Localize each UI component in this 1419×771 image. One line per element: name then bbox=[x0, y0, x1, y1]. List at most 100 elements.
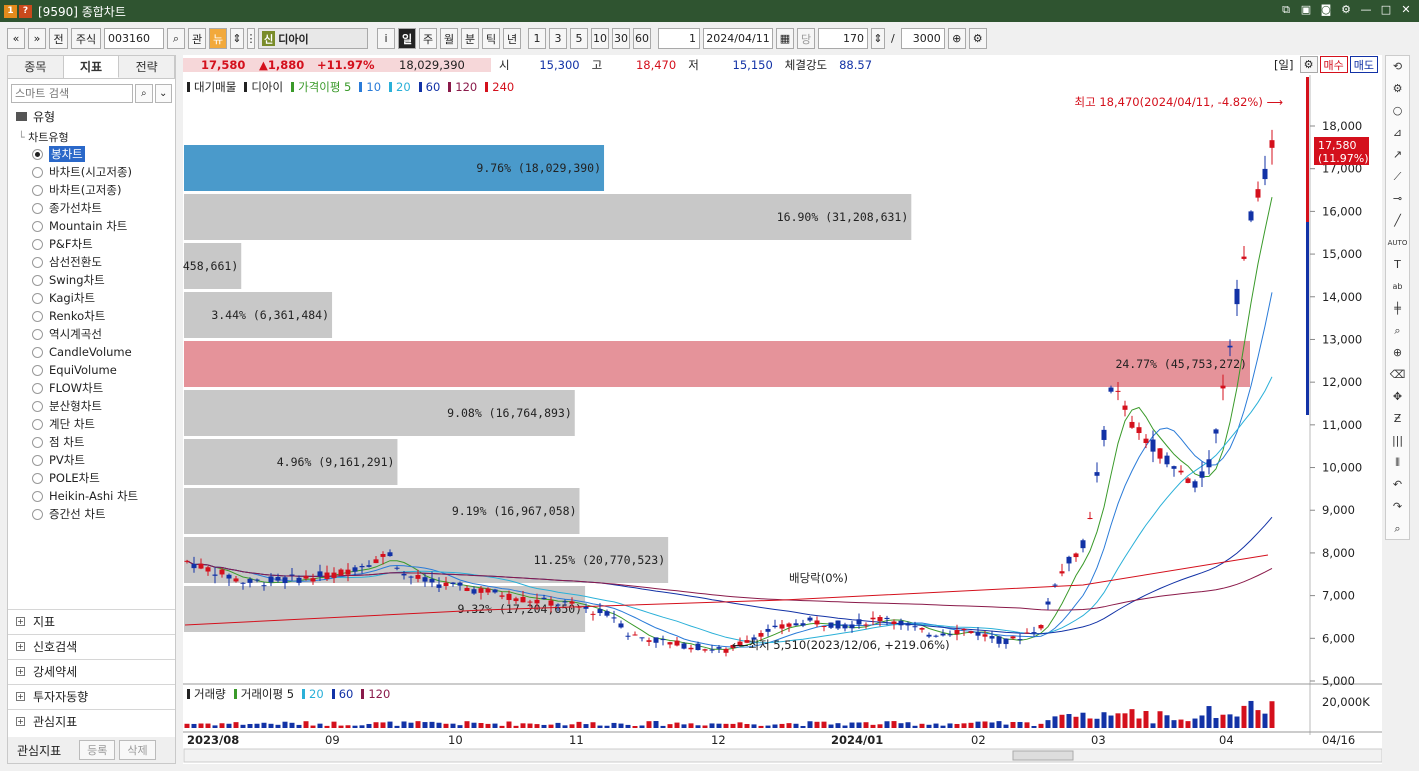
line-tool-icon[interactable]: ⟋ bbox=[1386, 166, 1409, 188]
circle-tool-icon[interactable]: ○ bbox=[1386, 100, 1409, 122]
radio-icon[interactable] bbox=[32, 328, 43, 340]
interval-10-button[interactable]: 10 bbox=[591, 28, 609, 49]
chart-type-option[interactable]: Kagi차트 bbox=[8, 289, 175, 307]
price-legend-label[interactable]: 가격이평 5 bbox=[298, 79, 351, 95]
chart-type-option[interactable]: FLOW차트 bbox=[8, 379, 175, 397]
chart-type-option[interactable]: Renko차트 bbox=[8, 307, 175, 325]
radio-icon[interactable] bbox=[32, 382, 43, 394]
radio-icon[interactable] bbox=[32, 220, 43, 232]
nav-back-button[interactable]: « bbox=[7, 28, 25, 49]
subsection-chart-type[interactable]: └ 차트유형 bbox=[18, 129, 175, 145]
period-year-button[interactable]: 년 bbox=[503, 28, 521, 49]
price-legend-label[interactable]: 20 bbox=[396, 80, 411, 94]
period-day-button[interactable]: 일 bbox=[398, 28, 416, 49]
news-button[interactable]: 뉴 bbox=[209, 28, 227, 49]
radio-icon[interactable] bbox=[32, 400, 43, 412]
chart-type-option[interactable]: EquiVolume bbox=[8, 361, 175, 379]
market-select[interactable]: 주식 bbox=[71, 28, 101, 49]
refresh-icon[interactable]: ⟲ bbox=[1386, 56, 1409, 78]
nav-down-button[interactable]: » bbox=[28, 28, 46, 49]
camera-icon[interactable]: ◙ bbox=[1319, 3, 1333, 17]
magnify-tool-icon[interactable]: ⌕ bbox=[1386, 320, 1409, 342]
radio-icon[interactable] bbox=[32, 508, 43, 520]
zigzag-tool-icon[interactable]: Ƶ bbox=[1386, 408, 1409, 430]
group-investor-trend[interactable]: + 투자자동향 bbox=[8, 684, 175, 708]
interval-60-button[interactable]: 60 bbox=[633, 28, 651, 49]
zoom-plus-icon[interactable]: ⊕ bbox=[947, 28, 966, 49]
watch-button[interactable]: 관 bbox=[188, 28, 206, 49]
interval-30-button[interactable]: 30 bbox=[612, 28, 630, 49]
max-count-input[interactable]: 3000 bbox=[900, 28, 945, 49]
text-tool-icon[interactable]: T bbox=[1386, 254, 1409, 276]
volume-legend-label[interactable]: 60 bbox=[339, 687, 354, 701]
radio-icon[interactable] bbox=[32, 364, 43, 376]
chart-type-option[interactable]: CandleVolume bbox=[8, 343, 175, 361]
price-legend-label[interactable]: 10 bbox=[366, 80, 381, 94]
period-week-button[interactable]: 주 bbox=[419, 28, 437, 49]
count-input[interactable]: 170 bbox=[818, 28, 868, 49]
auto-tool-icon[interactable]: AUTO bbox=[1386, 232, 1409, 254]
zoom-tool-icon[interactable]: ⊕ bbox=[1386, 342, 1409, 364]
radio-icon[interactable] bbox=[32, 274, 43, 286]
chart-type-option[interactable]: 종가선차트 bbox=[8, 199, 175, 217]
group-favorite-indicators[interactable]: + 관심지표 bbox=[8, 709, 175, 733]
group-signal-search[interactable]: + 신호검색 bbox=[8, 634, 175, 658]
chart-type-option[interactable]: POLE차트 bbox=[8, 469, 175, 487]
expand-icon[interactable]: ⌄ bbox=[154, 84, 172, 103]
radio-icon[interactable] bbox=[32, 238, 43, 250]
prev-button[interactable]: 전 bbox=[49, 28, 68, 49]
interval-select[interactable]: 1 bbox=[658, 28, 700, 49]
search-icon[interactable]: ⌕ bbox=[167, 28, 185, 49]
chart-type-option[interactable]: PV차트 bbox=[8, 451, 175, 469]
segment-tool-icon[interactable]: ⊸ bbox=[1386, 188, 1409, 210]
price-chart-svg[interactable]: 9.76% (18,029,390) 16.90% (31,208,631) 1.3… bbox=[183, 55, 1382, 764]
chart-type-option[interactable]: 증간선 차트 bbox=[8, 505, 175, 523]
period-minute-button[interactable]: 분 bbox=[461, 28, 479, 49]
radio-icon[interactable] bbox=[32, 310, 43, 322]
volume-legend-label[interactable]: 20 bbox=[309, 687, 324, 701]
volume-legend-label[interactable]: 120 bbox=[368, 687, 390, 701]
dang-button[interactable]: 당 bbox=[797, 28, 815, 49]
radio-icon[interactable] bbox=[32, 202, 43, 214]
toolbar-settings-icon[interactable]: ⚙ bbox=[968, 28, 987, 49]
chart-type-option[interactable]: P&F차트 bbox=[8, 235, 175, 253]
chart-type-option[interactable]: 역시계곡선 bbox=[8, 325, 175, 343]
search-icon[interactable]: ⌕ bbox=[135, 84, 153, 103]
radio-icon[interactable] bbox=[32, 472, 43, 484]
erase-tool-icon[interactable]: ⌫ bbox=[1386, 364, 1409, 386]
radio-icon[interactable] bbox=[32, 256, 43, 268]
radio-icon[interactable] bbox=[32, 292, 43, 304]
group-indicators[interactable]: + 지표 bbox=[8, 609, 175, 633]
help-icon[interactable]: ? bbox=[19, 4, 32, 18]
abc-tool-icon[interactable]: ab bbox=[1386, 276, 1409, 298]
chart-area[interactable]: 17,580 ▲1,880 +11.97% 18,029,390 시 15,30… bbox=[183, 55, 1382, 764]
chart-type-option[interactable]: 삼선전환도 bbox=[8, 253, 175, 271]
pan-tool-icon[interactable]: ✥ bbox=[1386, 386, 1409, 408]
chart-type-option[interactable]: Mountain 차트 bbox=[8, 217, 175, 235]
chart-type-option[interactable]: 봉차트 bbox=[8, 145, 175, 163]
radio-icon[interactable] bbox=[32, 166, 43, 178]
grid-tool-icon[interactable]: ⦀ bbox=[1386, 452, 1409, 474]
menu-dots-icon[interactable]: ⋮ bbox=[246, 28, 257, 49]
candle-tool-icon[interactable]: ╪ bbox=[1386, 298, 1409, 320]
radio-icon[interactable] bbox=[32, 454, 43, 466]
smart-search-input[interactable] bbox=[11, 84, 133, 103]
close-icon[interactable]: ✕ bbox=[1399, 3, 1413, 17]
chart-type-option[interactable]: 계단 차트 bbox=[8, 415, 175, 433]
chart-type-option[interactable]: 분산형차트 bbox=[8, 397, 175, 415]
price-legend-label[interactable]: 60 bbox=[426, 80, 441, 94]
interval-5-button[interactable]: 5 bbox=[570, 28, 588, 49]
count-stepper-icon[interactable]: ⇕ bbox=[871, 28, 885, 49]
price-legend-label[interactable]: 디아이 bbox=[251, 79, 283, 95]
price-legend-label[interactable]: 240 bbox=[492, 80, 514, 94]
radio-icon[interactable] bbox=[32, 184, 43, 196]
interval-1-button[interactable]: 1 bbox=[528, 28, 546, 49]
tab-strategy[interactable]: 전략 bbox=[119, 56, 176, 78]
calendar-icon[interactable]: ▦ bbox=[776, 28, 794, 49]
minimize-icon[interactable]: — bbox=[1359, 3, 1373, 17]
chart-type-option[interactable]: 점 차트 bbox=[8, 433, 175, 451]
interval-3-button[interactable]: 3 bbox=[549, 28, 567, 49]
undo-icon[interactable]: ↶ bbox=[1386, 474, 1409, 496]
radio-icon[interactable] bbox=[32, 418, 43, 430]
info-button[interactable]: i bbox=[377, 28, 395, 49]
